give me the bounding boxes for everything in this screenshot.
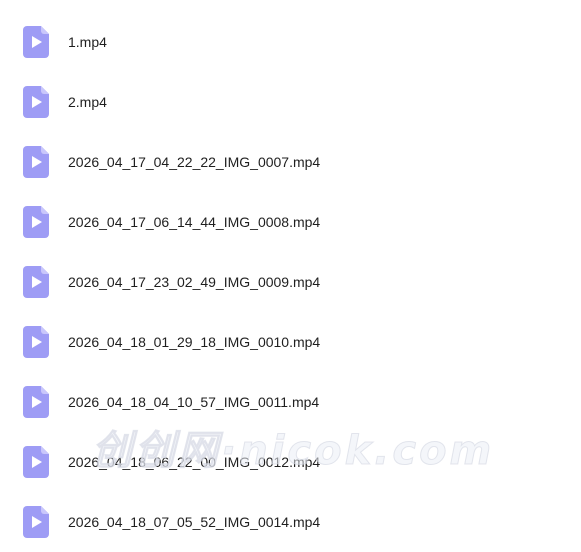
file-row[interactable]: 2026_04_18_04_10_57_IMG_0011.mp4 [0,372,581,432]
file-name: 2026_04_17_06_14_44_IMG_0008.mp4 [68,214,321,230]
file-name: 2026_04_17_23_02_49_IMG_0009.mp4 [68,274,321,290]
file-name: 2.mp4 [68,94,107,110]
video-file-icon [23,206,49,238]
file-row[interactable]: 2026_04_18_06_22_00_IMG_0012.mp4 [0,432,581,492]
video-file-icon [23,446,49,478]
file-row[interactable]: 2026_04_17_06_14_44_IMG_0008.mp4 [0,192,581,252]
video-file-icon [23,326,49,358]
file-row[interactable]: 1.mp4 [0,12,581,72]
file-name: 2026_04_18_07_05_52_IMG_0014.mp4 [68,514,321,530]
file-row[interactable]: 2026_04_17_23_02_49_IMG_0009.mp4 [0,252,581,312]
video-file-icon [23,86,49,118]
file-name: 2026_04_17_04_22_22_IMG_0007.mp4 [68,154,321,170]
video-file-icon [23,146,49,178]
video-file-icon [23,266,49,298]
file-name: 2026_04_18_04_10_57_IMG_0011.mp4 [68,394,320,410]
file-name: 2026_04_18_06_22_00_IMG_0012.mp4 [68,454,321,470]
file-list: 1.mp4 2.mp4 2026_04_17_04_22_22_IMG_0007… [0,0,581,551]
file-row[interactable]: 2.mp4 [0,72,581,132]
file-row[interactable]: 2026_04_18_07_05_52_IMG_0014.mp4 [0,492,581,552]
video-file-icon [23,506,49,538]
file-row[interactable]: 2026_04_17_04_22_22_IMG_0007.mp4 [0,132,581,192]
file-name: 1.mp4 [68,34,107,50]
file-name: 2026_04_18_01_29_18_IMG_0010.mp4 [68,334,321,350]
file-row[interactable]: 2026_04_18_01_29_18_IMG_0010.mp4 [0,312,581,372]
video-file-icon [23,26,49,58]
video-file-icon [23,386,49,418]
